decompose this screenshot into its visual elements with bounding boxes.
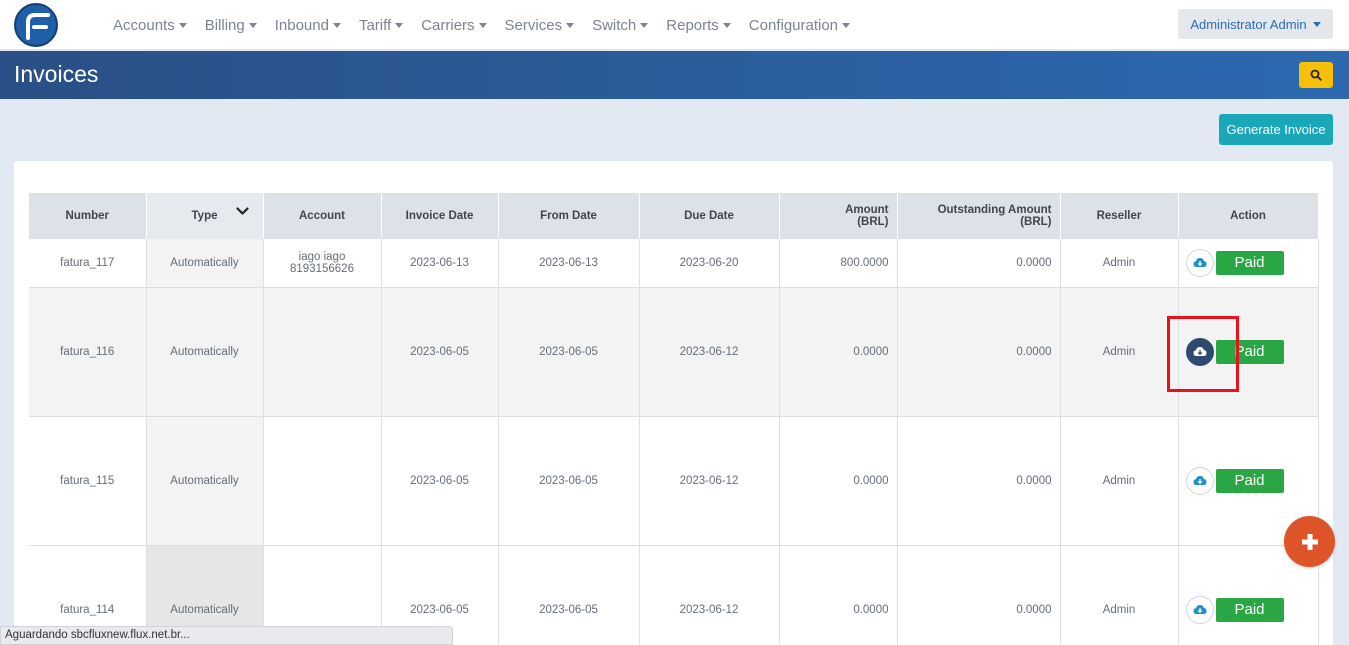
cell-due-date: 2023-06-20 xyxy=(639,239,780,288)
download-invoice-button[interactable] xyxy=(1185,595,1214,624)
cell-from-date: 2023-06-05 xyxy=(498,545,640,645)
caret-down-icon xyxy=(842,23,851,28)
caret-down-icon xyxy=(178,23,187,28)
caret-down-icon xyxy=(248,23,257,28)
col-header-outstanding[interactable]: Outstanding Amount (BRL) xyxy=(897,193,1061,239)
col-header-due-date[interactable]: Due Date xyxy=(639,193,780,239)
paid-status-button[interactable]: Paid xyxy=(1215,250,1284,275)
cell-reseller: Admin xyxy=(1060,545,1179,645)
caret-down-icon xyxy=(640,23,649,28)
download-invoice-button[interactable] xyxy=(1185,466,1214,495)
user-name: Administrator Admin xyxy=(1190,16,1307,32)
menu-inbound[interactable]: Inbound xyxy=(275,17,341,34)
col-header-from-date[interactable]: From Date xyxy=(498,193,640,239)
cell-invoice-date: 2023-06-13 xyxy=(381,239,499,288)
chevron-down-icon[interactable] xyxy=(235,207,249,216)
caret-down-icon xyxy=(478,23,487,28)
cell-invoice-date: 2023-06-05 xyxy=(381,416,499,546)
cell-account: iago iago 8193156626 xyxy=(263,239,382,288)
cell-amount: 0.0000 xyxy=(779,545,898,645)
cell-account xyxy=(263,287,382,417)
cloud-download-icon xyxy=(1193,605,1206,614)
cell-due-date: 2023-06-12 xyxy=(639,287,780,417)
cell-type: Automatically xyxy=(146,416,264,546)
cell-number: fatura_115 xyxy=(29,416,147,546)
generate-invoice-button[interactable]: Generate Invoice xyxy=(1219,114,1333,145)
cell-type: Automatically xyxy=(146,239,264,288)
cell-from-date: 2023-06-05 xyxy=(498,416,640,546)
paid-status-button[interactable]: Paid xyxy=(1215,468,1284,493)
cell-from-date: 2023-06-13 xyxy=(498,239,640,288)
download-invoice-button[interactable] xyxy=(1185,248,1214,277)
cell-due-date: 2023-06-12 xyxy=(639,416,780,546)
menu-carriers[interactable]: Carriers xyxy=(421,17,487,34)
table-row: fatura_116 Automatically 2023-06-05 2023… xyxy=(29,287,1319,417)
user-menu-button[interactable]: Administrator Admin xyxy=(1178,9,1333,39)
cloud-download-icon xyxy=(1193,476,1206,485)
cell-number: fatura_117 xyxy=(29,239,147,288)
cell-amount: 0.0000 xyxy=(779,416,898,546)
cloud-download-icon xyxy=(1193,347,1206,356)
menu-reports[interactable]: Reports xyxy=(666,17,731,34)
browser-status-bar: Aguardando sbcfluxnew.flux.net.br... xyxy=(0,626,453,645)
cell-invoice-date: 2023-06-05 xyxy=(381,287,499,417)
cell-from-date: 2023-06-05 xyxy=(498,287,640,417)
cell-account xyxy=(263,416,382,546)
table-row: fatura_117 Automatically iago iago 819315… xyxy=(29,239,1319,288)
cell-number: fatura_116 xyxy=(29,287,147,417)
invoice-table: Number Type Account Invoice Date From Da… xyxy=(29,193,1319,645)
col-header-invoice-date[interactable]: Invoice Date xyxy=(381,193,499,239)
cell-action: Paid xyxy=(1178,239,1319,288)
search-button[interactable] xyxy=(1299,62,1333,88)
main-menu: Accounts Billing Inbound Tariff Carriers… xyxy=(104,0,859,50)
cell-outstanding: 0.0000 xyxy=(897,239,1061,288)
cell-amount: 0.0000 xyxy=(779,287,898,417)
caret-down-icon xyxy=(332,23,341,28)
caret-down-icon xyxy=(566,23,575,28)
table-row: fatura_115 Automatically 2023-06-05 2023… xyxy=(29,416,1319,546)
page-title: Invoices xyxy=(14,61,99,87)
col-header-reseller[interactable]: Reseller xyxy=(1060,193,1179,239)
col-header-type[interactable]: Type xyxy=(146,193,264,239)
col-header-account[interactable]: Account xyxy=(263,193,382,239)
menu-billing[interactable]: Billing xyxy=(205,17,257,34)
search-icon xyxy=(1310,69,1322,81)
col-header-amount[interactable]: Amount (BRL) xyxy=(779,193,898,239)
cell-reseller: Admin xyxy=(1060,287,1179,417)
paid-status-button[interactable]: Paid xyxy=(1215,597,1284,622)
plus-icon xyxy=(1301,533,1318,550)
caret-down-icon xyxy=(1312,22,1321,27)
col-header-action: Action xyxy=(1178,193,1319,239)
caret-down-icon xyxy=(395,23,404,28)
cell-outstanding: 0.0000 xyxy=(897,287,1061,417)
cell-outstanding: 0.0000 xyxy=(897,545,1061,645)
col-header-number[interactable]: Number xyxy=(29,193,147,239)
page-header: Invoices xyxy=(0,51,1349,99)
top-navbar: Accounts Billing Inbound Tariff Carriers… xyxy=(0,0,1349,50)
cell-type: Automatically xyxy=(146,287,264,417)
cell-reseller: Admin xyxy=(1060,239,1179,288)
flux-logo-icon[interactable] xyxy=(14,3,58,47)
table-header-row: Number Type Account Invoice Date From Da… xyxy=(29,193,1319,239)
menu-accounts[interactable]: Accounts xyxy=(113,17,187,34)
menu-services[interactable]: Services xyxy=(505,17,575,34)
cell-reseller: Admin xyxy=(1060,416,1179,546)
caret-down-icon xyxy=(722,23,731,28)
cell-action: Paid xyxy=(1178,287,1319,417)
cell-amount: 800.0000 xyxy=(779,239,898,288)
menu-configuration[interactable]: Configuration xyxy=(749,17,851,34)
cell-outstanding: 0.0000 xyxy=(897,416,1061,546)
paid-status-button[interactable]: Paid xyxy=(1215,339,1284,364)
download-invoice-button[interactable] xyxy=(1185,337,1214,366)
menu-tariff[interactable]: Tariff xyxy=(359,17,404,34)
add-fab-button[interactable] xyxy=(1284,516,1335,567)
menu-switch[interactable]: Switch xyxy=(592,17,649,34)
cell-due-date: 2023-06-12 xyxy=(639,545,780,645)
cloud-download-icon xyxy=(1193,258,1206,268)
